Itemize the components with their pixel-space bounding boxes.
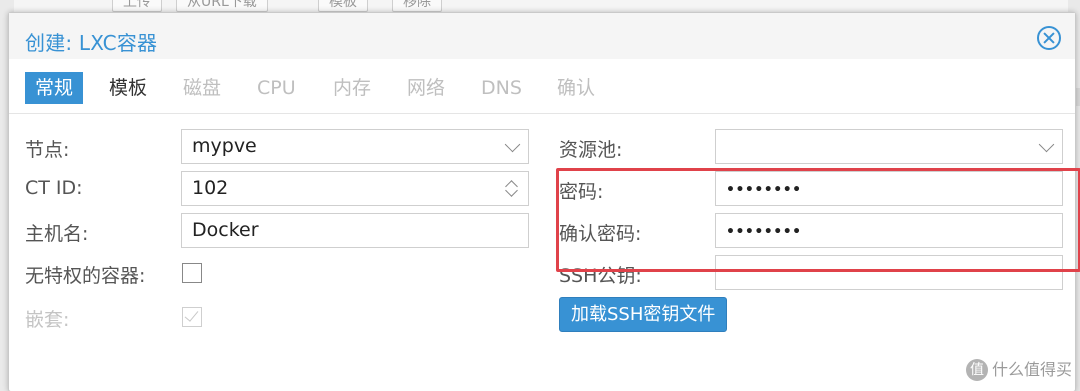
tab-memory[interactable]: 内存 bbox=[323, 72, 381, 104]
tab-template[interactable]: 模板 bbox=[99, 72, 157, 104]
tab-dns[interactable]: DNS bbox=[471, 72, 532, 104]
password-input[interactable]: •••••••• bbox=[715, 171, 1063, 206]
bg-download-url-button: 从URL下载 bbox=[176, 0, 268, 12]
pool-select[interactable] bbox=[715, 129, 1063, 164]
checkmark-icon bbox=[184, 307, 199, 322]
watermark-text: 什么值得买 bbox=[991, 359, 1072, 379]
hostname-input[interactable]: Docker bbox=[181, 213, 529, 248]
pool-label: 资源池: bbox=[559, 139, 623, 161]
watermark: 值什么值得买 bbox=[965, 356, 1072, 381]
watermark-logo-icon: 值 bbox=[965, 359, 988, 381]
nesting-checkbox[interactable] bbox=[182, 307, 202, 327]
password-label: 密码: bbox=[559, 181, 604, 203]
unprivileged-label: 无特权的容器: bbox=[25, 265, 146, 287]
tab-confirm[interactable]: 确认 bbox=[547, 72, 605, 104]
unprivileged-checkbox[interactable] bbox=[182, 263, 202, 283]
nesting-label: 嵌套: bbox=[25, 309, 70, 331]
password-value: •••••••• bbox=[726, 182, 802, 198]
tab-divider bbox=[9, 113, 1075, 114]
ctid-spinner[interactable]: 102 bbox=[181, 171, 529, 206]
tab-general[interactable]: 常规 bbox=[25, 72, 84, 104]
bg-templates-button: 模板 bbox=[318, 0, 368, 12]
node-value: mypve bbox=[192, 135, 257, 157]
close-icon[interactable] bbox=[1037, 26, 1061, 50]
ssh-key-input[interactable] bbox=[715, 255, 1063, 290]
tab-disks[interactable]: 磁盘 bbox=[173, 72, 231, 104]
confirm-password-label: 确认密码: bbox=[559, 223, 642, 245]
confirm-password-value: •••••••• bbox=[726, 224, 802, 240]
load-ssh-key-button[interactable]: 加载SSH密钥文件 bbox=[559, 297, 728, 332]
tab-cpu[interactable]: CPU bbox=[247, 72, 306, 104]
hostname-value: Docker bbox=[192, 219, 259, 241]
chevron-down-icon[interactable] bbox=[504, 136, 521, 153]
tab-network[interactable]: 网络 bbox=[397, 72, 455, 104]
dialog-title: 创建: LXC容器 bbox=[25, 31, 158, 55]
dialog-header: 创建: LXC容器 bbox=[9, 13, 1075, 59]
create-lxc-dialog: 创建: LXC容器 常规 模板 磁盘 CPU 内存 网络 DNS 确认 节点: … bbox=[8, 12, 1080, 391]
confirm-password-input[interactable]: •••••••• bbox=[715, 213, 1063, 248]
ssh-key-label: SSH公钥: bbox=[559, 265, 642, 287]
hostname-label: 主机名: bbox=[25, 223, 89, 245]
ctid-value: 102 bbox=[192, 177, 229, 199]
bg-remove-button: 移除 bbox=[392, 0, 442, 12]
node-label: 节点: bbox=[25, 139, 70, 161]
spinner-arrows-icon[interactable] bbox=[504, 175, 520, 203]
ctid-label: CT ID: bbox=[25, 177, 83, 199]
bg-upload-button: 上传 bbox=[112, 0, 162, 12]
node-select[interactable]: mypve bbox=[181, 129, 529, 164]
chevron-down-icon[interactable] bbox=[1038, 136, 1055, 153]
